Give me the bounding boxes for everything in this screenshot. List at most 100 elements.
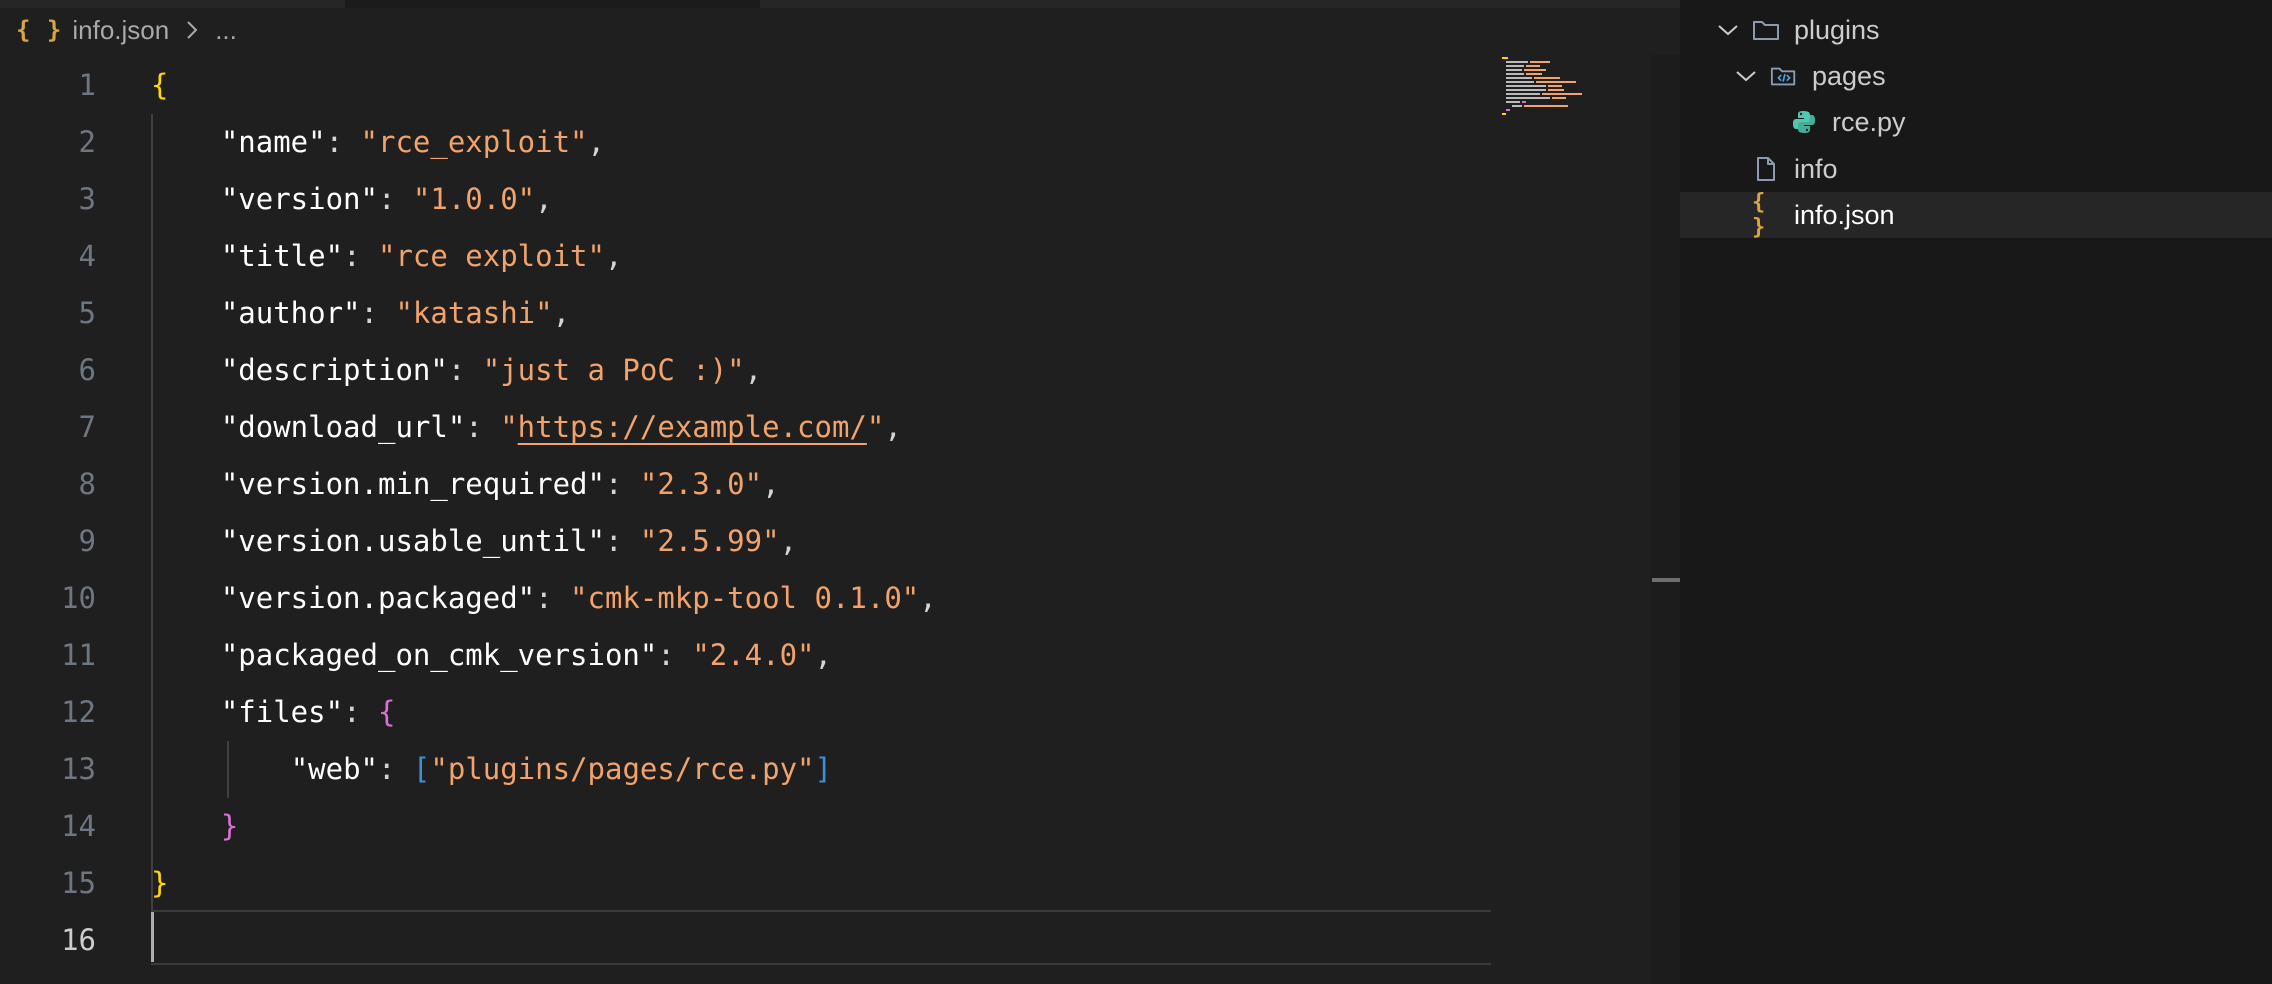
code-token: : bbox=[604, 524, 640, 558]
code-token: : bbox=[604, 467, 640, 501]
code-line: } bbox=[151, 798, 238, 855]
json-icon: { } bbox=[16, 16, 63, 44]
code-token: "version.min_required" bbox=[220, 467, 605, 501]
code-folder-icon bbox=[1770, 62, 1798, 90]
code-token: : bbox=[447, 353, 483, 387]
code-token: "2.4.0" bbox=[692, 638, 815, 672]
code-token: , bbox=[919, 581, 937, 615]
current-line-highlight bbox=[151, 910, 1491, 965]
code-line: "download_url": "https://example.com/", bbox=[151, 399, 902, 456]
code-token: : bbox=[465, 410, 501, 444]
code-line: "version.packaged": "cmk-mkp-tool 0.1.0"… bbox=[151, 570, 937, 627]
code-token: , bbox=[604, 239, 623, 273]
code-token: , bbox=[884, 410, 902, 444]
tree-item-info[interactable]: info bbox=[1680, 146, 2272, 192]
code-token: " bbox=[500, 410, 518, 444]
code-token: "download_url" bbox=[220, 410, 466, 444]
code-token: } bbox=[220, 809, 239, 843]
line-number: 12 bbox=[61, 695, 96, 729]
minimap[interactable] bbox=[1500, 55, 1590, 115]
line-number: 2 bbox=[78, 125, 96, 159]
line-number: 16 bbox=[61, 923, 96, 957]
code-line: "files": { bbox=[151, 684, 396, 741]
tree-item-label: info.json bbox=[1794, 199, 1895, 230]
code-token: "name" bbox=[220, 125, 326, 159]
code-token: : bbox=[325, 125, 361, 159]
line-number: 1 bbox=[78, 68, 96, 102]
vertical-scrollbar[interactable] bbox=[1650, 55, 1680, 984]
line-number: 11 bbox=[61, 638, 96, 672]
code-token: "rce_exploit" bbox=[360, 125, 588, 159]
code-line: "packaged_on_cmk_version": "2.4.0", bbox=[151, 627, 832, 684]
code-token: , bbox=[552, 296, 571, 330]
code-token: : bbox=[343, 239, 378, 273]
code-token: : bbox=[378, 752, 413, 786]
line-number: 14 bbox=[61, 809, 96, 843]
code-line: "title": "rce exploit", bbox=[151, 228, 623, 285]
code-token: "2.3.0" bbox=[639, 467, 763, 501]
code-token: , bbox=[744, 353, 763, 387]
code-token: : bbox=[343, 695, 378, 729]
code-token: "rce exploit" bbox=[377, 239, 605, 273]
code-line: "description": "just a PoC :)", bbox=[151, 342, 762, 399]
text-cursor bbox=[151, 912, 154, 962]
code-token: "katashi" bbox=[395, 296, 553, 330]
code-token: "title" bbox=[220, 239, 344, 273]
tree-item-rce-py[interactable]: rce.py bbox=[1680, 99, 2272, 145]
code-token: "web" bbox=[290, 752, 378, 786]
code-token: "description" bbox=[220, 353, 448, 387]
breadcrumb-more[interactable]: ... bbox=[215, 15, 237, 46]
line-number: 8 bbox=[78, 467, 96, 501]
url-link[interactable]: https://example.com/ bbox=[518, 410, 867, 444]
tab-strip bbox=[0, 0, 1680, 8]
code-token: : bbox=[360, 296, 396, 330]
line-number: 4 bbox=[78, 239, 96, 273]
code-token: "author" bbox=[220, 296, 361, 330]
code-token: , bbox=[762, 467, 780, 501]
line-number: 15 bbox=[61, 866, 96, 900]
chevron-right-icon bbox=[179, 17, 205, 43]
json-icon: { } bbox=[1752, 190, 1767, 240]
code-token: : bbox=[377, 182, 413, 216]
breadcrumb-file[interactable]: info.json bbox=[72, 15, 169, 46]
code-token: "files" bbox=[220, 695, 344, 729]
chevron-down-icon[interactable] bbox=[1734, 64, 1758, 88]
code-token: " bbox=[866, 410, 885, 444]
tree-item-pages[interactable]: pages bbox=[1680, 53, 2272, 99]
code-token: } bbox=[151, 866, 169, 900]
file-explorer: plugins pages rce.py info { } info.json bbox=[1680, 0, 2272, 984]
line-number: 5 bbox=[78, 296, 96, 330]
code-token: "version.usable_until" bbox=[220, 524, 605, 558]
tree-item-label: info bbox=[1794, 153, 1838, 184]
code-token: "version" bbox=[220, 182, 378, 216]
chevron-down-icon[interactable] bbox=[1716, 18, 1740, 42]
code-line: "web": ["plugins/pages/rce.py"] bbox=[151, 741, 832, 798]
code-token: "just a PoC :)" bbox=[482, 353, 745, 387]
code-token: , bbox=[535, 182, 553, 216]
code-token: [ bbox=[412, 752, 431, 786]
line-number: 6 bbox=[78, 353, 96, 387]
line-number: 13 bbox=[61, 752, 96, 786]
code-line: "version": "1.0.0", bbox=[151, 171, 553, 228]
tab-strip-segment bbox=[760, 0, 1680, 8]
folder-icon bbox=[1752, 16, 1780, 44]
python-icon bbox=[1790, 108, 1818, 136]
code-token: "version.packaged" bbox=[220, 581, 536, 615]
code-token: { bbox=[151, 68, 169, 102]
code-token: : bbox=[657, 638, 693, 672]
tree-item-plugins[interactable]: plugins bbox=[1680, 7, 2272, 53]
breadcrumb: { } info.json ... bbox=[16, 12, 237, 48]
code-token: "packaged_on_cmk_version" bbox=[220, 638, 658, 672]
tree-item-info-json[interactable]: { } info.json bbox=[1680, 190, 2272, 240]
code-token: "1.0.0" bbox=[412, 182, 536, 216]
line-number: 7 bbox=[78, 410, 96, 444]
code-token: , bbox=[779, 524, 798, 558]
